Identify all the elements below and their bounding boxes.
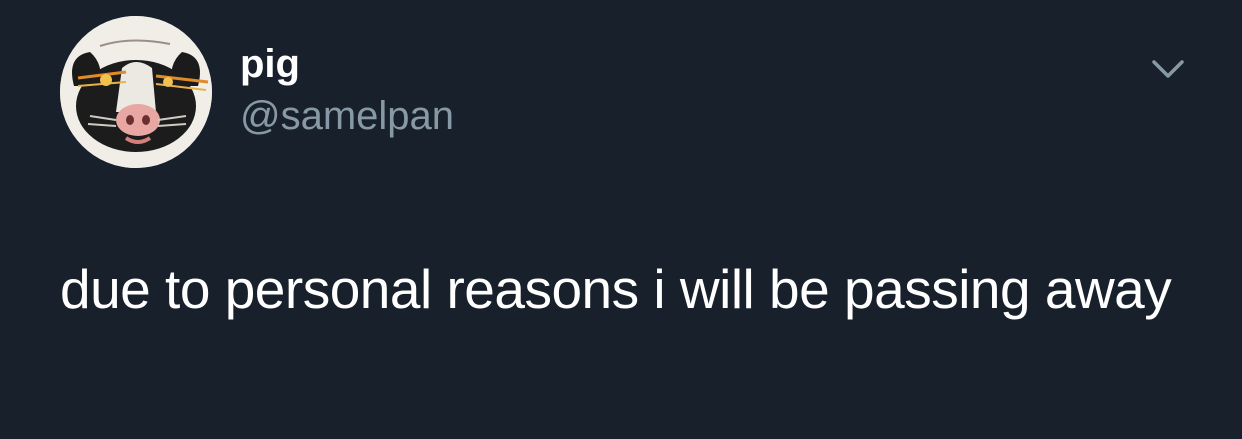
tweet-text: due to personal reasons i will be passin… <box>60 258 1172 320</box>
display-name[interactable]: pig <box>240 40 300 88</box>
user-handle[interactable]: @samelpan <box>240 92 454 140</box>
pig-face-icon <box>60 16 212 168</box>
more-options-button[interactable] <box>1146 56 1190 84</box>
tweet-card: pig @samelpan due to personal reasons i … <box>0 0 1242 439</box>
avatar[interactable] <box>60 16 212 168</box>
chevron-down-icon <box>1152 60 1184 78</box>
